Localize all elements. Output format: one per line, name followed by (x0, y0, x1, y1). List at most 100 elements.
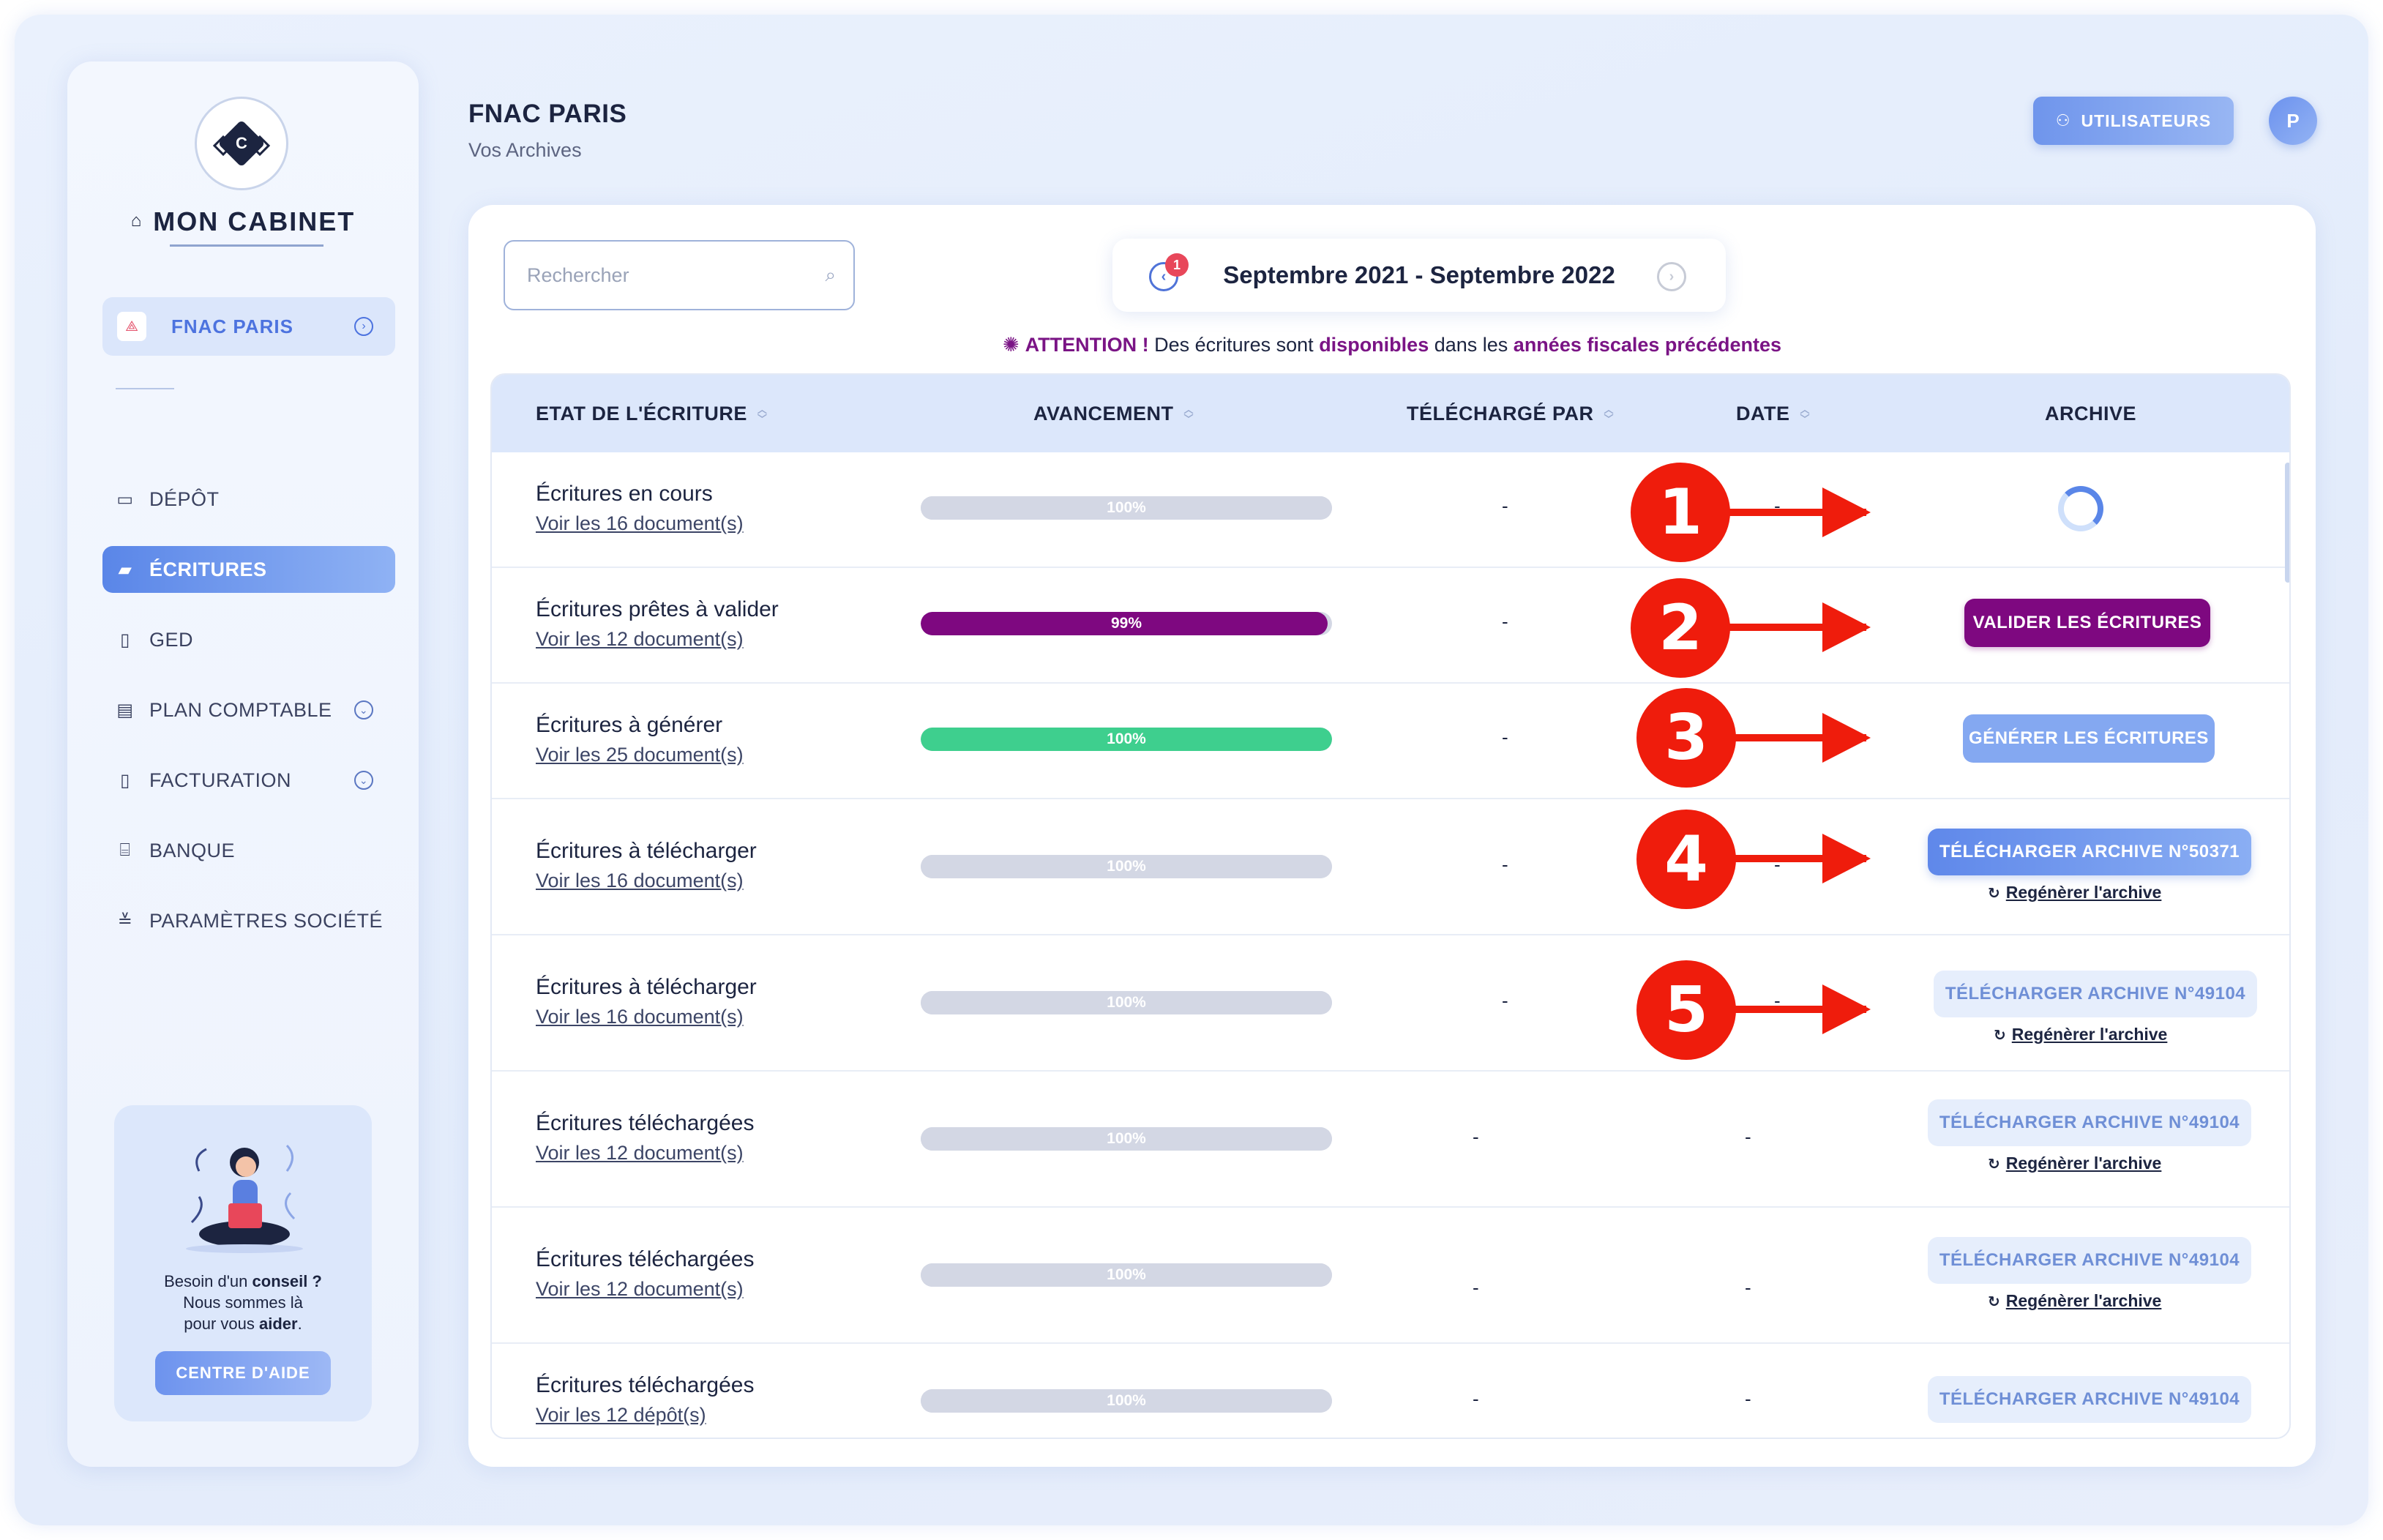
progress-label: 100% (1107, 994, 1146, 1011)
regenerate-archive-link[interactable]: ↻ Regénèrer l'archive (1994, 1025, 2167, 1044)
sidebar-item-facturation[interactable]: ▯ FACTURATION ⌄ (102, 757, 395, 804)
row-state-title: Écritures à générer (536, 713, 723, 737)
progress-bar: 100% (921, 855, 1332, 878)
download-archive-button[interactable]: TÉLÉCHARGER ARCHIVE N°50371 (1928, 829, 2251, 875)
company-selector[interactable]: ⟁ FNAC PARIS › (102, 297, 395, 356)
attention-text: Des écritures sont (1148, 334, 1320, 356)
search-input[interactable]: Rechercher ⌕ (504, 240, 855, 310)
sort-icon[interactable]: ︿ ﹀ (757, 405, 768, 424)
users-button[interactable]: ⚇ UTILISATEURS (2033, 97, 2234, 145)
period-label: Septembre 2021 - Septembre 2022 (1223, 261, 1615, 288)
regenerate-archive-link[interactable]: ↻ Regénèrer l'archive (1988, 883, 2161, 902)
annotation-number-5: 5 (1636, 960, 1736, 1060)
column-header-avancement[interactable]: AVANCEMENT ︿ ﹀ (1033, 403, 1194, 425)
progress-label: 100% (1107, 730, 1146, 747)
table-row: Écritures à télécharger Voir les 16 docu… (492, 799, 2289, 935)
column-header-date[interactable]: DATE ︿ ﹀ (1736, 403, 1810, 425)
regenerate-archive-link[interactable]: ↻ Regénèrer l'archive (1988, 1291, 2161, 1311)
row-documents-link[interactable]: Voir les 25 document(s) (536, 744, 744, 766)
help-center-button[interactable]: CENTRE D'AIDE (155, 1351, 331, 1395)
column-header-telecharge-par[interactable]: TÉLÉCHARGÉ PAR ︿ ﹀ (1407, 403, 1614, 425)
table-scrollbar[interactable] (2285, 463, 2289, 583)
row-state-title: Écritures téléchargées (536, 1111, 755, 1135)
column-label: DATE (1736, 403, 1790, 425)
annotation-arrowhead-icon (1822, 834, 1871, 883)
annotation-arrowhead-icon (1822, 713, 1871, 763)
row-documents-link[interactable]: Voir les 16 document(s) (536, 870, 744, 892)
sort-icon[interactable]: ︿ ﹀ (1184, 405, 1194, 424)
document-icon: ▯ (120, 629, 130, 650)
search-icon[interactable]: ⌕ (825, 263, 836, 287)
download-archive-button[interactable]: TÉLÉCHARGER ARCHIVE N°49104 (1934, 971, 2257, 1017)
table-row: Écritures téléchargées Voir les 12 docum… (492, 1208, 2289, 1344)
table-row: Écritures à générer Voir les 25 document… (492, 684, 2289, 799)
nav-label: PARAMÈTRES SOCIÉTÉ (149, 909, 384, 932)
progress-bar: 100% (921, 496, 1332, 520)
sidebar-item-plan-comptable[interactable]: ▤ PLAN COMPTABLE ⌄ (102, 687, 395, 733)
attention-banner: ✺ ATTENTION ! Des écritures sont disponib… (468, 334, 2316, 356)
nav-label: ÉCRITURES (149, 558, 267, 580)
download-archive-button[interactable]: TÉLÉCHARGER ARCHIVE N°49104 (1928, 1237, 2251, 1284)
nav-label: FACTURATION (149, 769, 291, 791)
generate-entries-button[interactable]: GÉNÉRER LES ÉCRITURES (1963, 714, 2215, 763)
sidebar-item-depot[interactable]: ▭ DÉPÔT (102, 476, 395, 523)
page-title: FNAC PARIS (468, 100, 627, 128)
avatar[interactable]: P (2269, 97, 2317, 145)
attention-highlight: années fiscales précédentes (1513, 334, 1781, 356)
sidebar-item-ged[interactable]: ▯ GED (102, 616, 395, 663)
home-icon: ⌂ (130, 211, 143, 231)
downloaded-by: - (1473, 1126, 1479, 1148)
row-documents-link[interactable]: Voir les 12 document(s) (536, 628, 744, 651)
row-state-title: Écritures prêtes à valider (536, 597, 779, 621)
download-archive-button[interactable]: TÉLÉCHARGER ARCHIVE N°49104 (1928, 1099, 2251, 1146)
annotation-arrowhead-icon (1822, 487, 1871, 537)
help-text: Besoin d'un conseil ? Nous sommes là pou… (114, 1271, 372, 1334)
row-documents-link[interactable]: Voir les 12 document(s) (536, 1278, 744, 1301)
lightbulb-icon: ✺ (1002, 334, 1020, 356)
progress-label: 99% (1110, 615, 1142, 632)
ledger-icon: ▤ (116, 700, 134, 720)
chevron-right-icon[interactable]: › (1657, 262, 1686, 291)
app-logo[interactable]: C (195, 97, 288, 190)
regenerate-archive-label: Regénèrer l'archive (2005, 883, 2162, 902)
table-row: Écritures à télécharger Voir les 16 docu… (492, 935, 2289, 1072)
sidebar-item-ecritures[interactable]: ▰ ÉCRITURES (102, 546, 395, 593)
column-header-etat[interactable]: ETAT DE L'ÉCRITURE ︿ ﹀ (536, 403, 767, 425)
row-documents-link[interactable]: Voir les 16 document(s) (536, 1006, 744, 1028)
refresh-icon: ↻ (1988, 1294, 2000, 1310)
row-documents-link[interactable]: Voir les 16 document(s) (536, 512, 744, 535)
sidebar-item-parametres[interactable]: ≚ PARAMÈTRES SOCIÉTÉ (102, 897, 395, 944)
validate-entries-button[interactable]: VALIDER LES ÉCRITURES (1964, 599, 2210, 647)
row-date: - (1745, 1388, 1751, 1410)
row-documents-link[interactable]: Voir les 12 dépôt(s) (536, 1404, 706, 1427)
row-date: - (1745, 1126, 1751, 1148)
users-icon: ⚇ (2055, 111, 2071, 130)
nav-label: GED (149, 628, 194, 651)
downloaded-by: - (1502, 990, 1508, 1012)
regenerate-archive-link[interactable]: ↻ Regénèrer l'archive (1988, 1154, 2161, 1173)
refresh-icon: ↻ (1988, 1156, 2000, 1173)
brand-title: ⌂ MON CABINET (67, 206, 419, 237)
chevron-down-icon[interactable]: ⌄ (354, 700, 373, 719)
progress-label: 100% (1107, 499, 1146, 516)
download-archive-button[interactable]: TÉLÉCHARGER ARCHIVE N°49104 (1928, 1376, 2251, 1423)
column-header-archive: ARCHIVE (2045, 403, 2136, 425)
chevron-right-icon[interactable]: › (354, 317, 373, 336)
refresh-icon: ↻ (1994, 1028, 2006, 1044)
table-row: Écritures en cours Voir les 16 document(… (492, 452, 2289, 568)
row-date: - (1745, 1277, 1751, 1298)
help-text-line2: Nous sommes là (183, 1293, 303, 1312)
sort-icon[interactable]: ︿ ﹀ (1604, 405, 1615, 424)
refresh-icon: ↻ (1988, 886, 2000, 902)
company-icon: ⟁ (117, 312, 146, 341)
downloaded-by: - (1502, 495, 1508, 517)
row-documents-link[interactable]: Voir les 12 document(s) (536, 1142, 744, 1165)
regenerate-archive-label: Regénèrer l'archive (2005, 1154, 2162, 1173)
sliders-icon: ≚ (117, 911, 133, 931)
sort-icon[interactable]: ︿ ﹀ (1800, 405, 1811, 424)
annotation-arrowhead-icon (1822, 602, 1871, 652)
chevron-down-icon[interactable]: ⌄ (354, 771, 373, 790)
loading-spinner-icon (2058, 486, 2103, 531)
annotation-number-1: 1 (1631, 463, 1730, 562)
sidebar-item-banque[interactable]: ⌸ BANQUE (102, 827, 395, 874)
